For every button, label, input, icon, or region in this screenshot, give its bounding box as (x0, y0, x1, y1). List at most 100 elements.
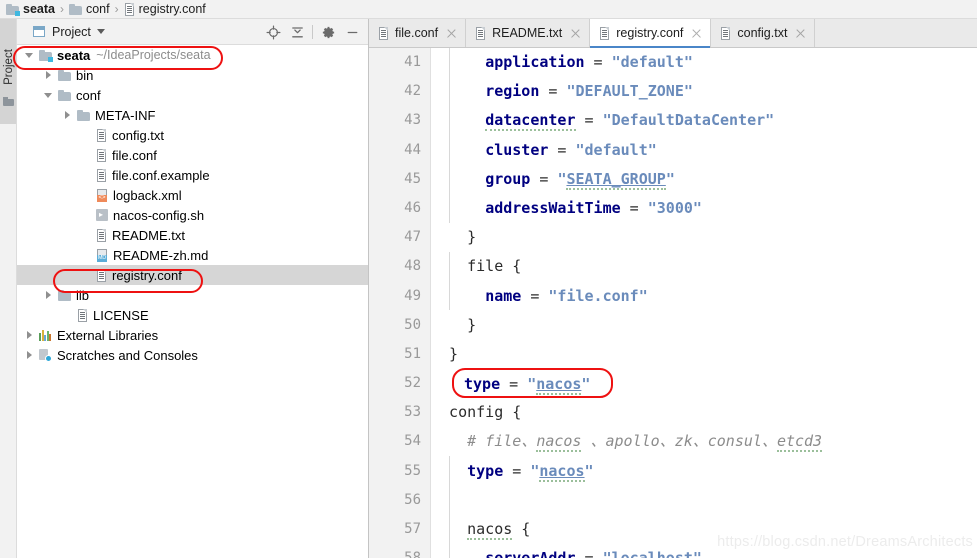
tree-item-file-conf-example[interactable]: file.conf.example (17, 165, 368, 185)
breadcrumb-item-conf[interactable]: conf (68, 0, 110, 19)
code-line[interactable]: # file、nacos 、apollo、zk、consul、etcd3 (431, 427, 977, 456)
code-line[interactable]: } (431, 223, 977, 252)
code-token: application (485, 53, 585, 71)
minimize-icon[interactable] (340, 19, 364, 45)
tree-item-lib[interactable]: lib (17, 285, 368, 305)
folder-icon (58, 69, 71, 81)
code-token: "DEFAULT_ZONE" (566, 82, 693, 101)
code-token: type (467, 461, 504, 480)
tree-item-readme-txt[interactable]: README.txt (17, 225, 368, 245)
tree-item-readme-zh-md[interactable]: MD README-zh.md (17, 245, 368, 265)
chevron-right-icon[interactable] (44, 70, 53, 80)
conf-file-icon (96, 268, 107, 282)
code-line[interactable]: name = "file.conf" (431, 282, 977, 311)
breadcrumb-item-registry-conf[interactable]: registry.conf (124, 0, 206, 19)
chevron-down-icon[interactable] (44, 91, 53, 100)
code-line[interactable]: config { (431, 398, 977, 427)
watermark-text: https://blog.csdn.net/DreamsArchitects (717, 534, 973, 550)
tree-item-label: Scratches and Consoles (57, 347, 198, 363)
code-line[interactable]: addressWaitTime = "3000" (431, 194, 977, 223)
tree-arrow-placeholder (82, 191, 91, 200)
conf-file-icon (96, 128, 107, 142)
tree-item-conf[interactable]: conf (17, 85, 368, 105)
code-token: = (548, 140, 576, 159)
xml-file-icon: <> (96, 188, 108, 202)
editor-tab-readme-txt[interactable]: README.txt (466, 19, 591, 47)
line-number: 50 (404, 316, 421, 333)
code-line[interactable]: group = "SEATA_GROUP" (431, 165, 977, 194)
chevron-down-icon[interactable] (96, 29, 105, 34)
tree-item-bin[interactable]: bin (17, 65, 368, 85)
breadcrumb-item-seata[interactable]: seata (6, 0, 55, 19)
tree-item-license[interactable]: LICENSE (17, 305, 368, 325)
close-icon[interactable] (795, 28, 806, 39)
chevron-right-icon[interactable] (63, 110, 72, 120)
breadcrumb-item-label: registry.conf (138, 2, 206, 16)
tree-arrow-placeholder (82, 151, 91, 160)
tree-item-label: META-INF (95, 107, 156, 123)
close-icon[interactable] (446, 28, 457, 39)
close-icon[interactable] (570, 28, 581, 39)
tree-item-seata[interactable]: seata ~/IdeaProjects/seata (17, 45, 368, 65)
markdown-file-icon: MD (96, 248, 108, 262)
conf-file-icon (77, 308, 88, 322)
tree-item-logback-xml[interactable]: <> logback.xml (17, 185, 368, 205)
code-token: = (575, 111, 603, 130)
code-line[interactable]: } (431, 340, 977, 369)
tool-window-tab-project[interactable]: Project (0, 19, 16, 124)
folder-module-icon (39, 49, 53, 62)
code-editor[interactable]: 4142434445464748495051525354555657585960… (369, 48, 977, 558)
breadcrumb: seata › conf › registry.conf (0, 0, 977, 19)
gear-icon[interactable] (316, 19, 340, 45)
code-token: "localhost" (603, 549, 702, 558)
editor-tab-file-conf[interactable]: file.conf (369, 19, 467, 47)
code-line[interactable]: type = "nacos" (431, 457, 977, 486)
toolbar-divider (312, 25, 313, 39)
editor-tab-config-txt[interactable]: config.txt (711, 19, 816, 47)
tree-item-registry-conf[interactable]: registry.conf (17, 265, 368, 285)
conf-file-icon (599, 26, 610, 40)
locate-in-tree-icon[interactable] (261, 19, 285, 45)
code-line[interactable]: datacenter = "DefaultDataCenter" (431, 106, 977, 135)
code-line[interactable]: cluster = "default" (431, 136, 977, 165)
code-token: " (665, 169, 675, 188)
code-line[interactable] (431, 369, 977, 398)
tree-item-label: conf (76, 87, 101, 103)
tree-item-nacos-config-sh[interactable]: ▸ nacos-config.sh (17, 205, 368, 225)
line-number: 52 (404, 375, 421, 392)
tree-item-label: config.txt (112, 127, 165, 143)
tree-item-external-libraries[interactable]: External Libraries (17, 325, 368, 345)
code-line[interactable] (431, 486, 977, 515)
chevron-right-icon[interactable] (25, 330, 34, 340)
code-token: config { (431, 403, 522, 422)
close-icon[interactable] (691, 28, 702, 39)
code-line[interactable]: application = "default" (431, 48, 977, 77)
tree-item-label: bin (76, 67, 94, 83)
line-number: 56 (404, 491, 421, 508)
editor-tab-registry-conf[interactable]: registry.conf (590, 19, 712, 48)
tree-arrow-placeholder (63, 311, 72, 320)
line-number: 44 (404, 141, 421, 158)
tree-item-scratches-and-consoles[interactable]: Scratches and Consoles (17, 345, 368, 365)
code-line[interactable]: file { (431, 252, 977, 281)
code-token: region (485, 82, 540, 101)
line-number: 58 (369, 544, 430, 558)
chevron-down-icon[interactable] (25, 51, 34, 60)
chevron-right-icon[interactable] (25, 350, 34, 360)
tree-item-meta-inf[interactable]: META-INF (17, 105, 368, 125)
code-line[interactable]: } (431, 311, 977, 340)
breadcrumb-separator: › (59, 2, 64, 16)
collapse-all-icon[interactable] (285, 19, 309, 45)
code-token: cluster (485, 140, 549, 159)
tree-item-file-conf[interactable]: file.conf (17, 145, 368, 165)
project-tree[interactable]: seata ~/IdeaProjects/seata bin conf META-INF… (17, 45, 368, 557)
code-line[interactable]: region = "DEFAULT_ZONE" (431, 77, 977, 106)
chevron-right-icon[interactable] (44, 290, 53, 300)
tree-item-label: seata (57, 47, 91, 63)
tree-item-config-txt[interactable]: config.txt (17, 125, 368, 145)
code-content[interactable]: application = "default" region = "DEFAUL… (431, 48, 977, 558)
